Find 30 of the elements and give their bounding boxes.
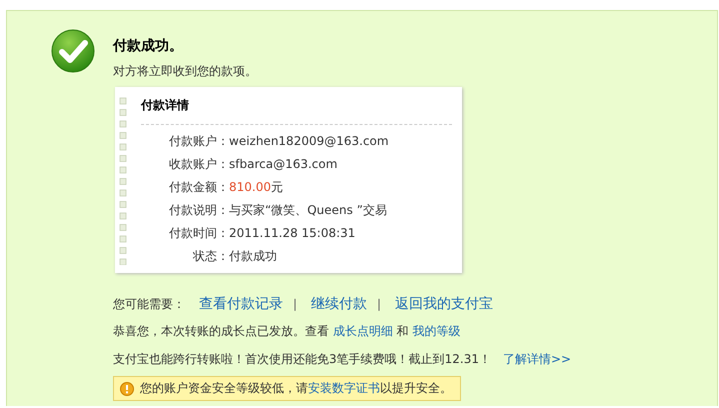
warning-icon	[120, 382, 134, 396]
detail-value: weizhen182009@163.com	[229, 133, 389, 149]
detail-label: 付款说明：	[168, 202, 229, 218]
detail-label: 付款时间：	[168, 225, 229, 241]
growth-link[interactable]: 成长点明细	[332, 324, 393, 338]
link-separator: |	[293, 297, 298, 311]
quick-link[interactable]: 返回我的支付宝	[395, 295, 494, 313]
details-link[interactable]: 了解详情>>	[503, 351, 572, 368]
details-title: 付款详情	[141, 95, 452, 125]
detail-label: 收款账户：	[168, 156, 229, 172]
detail-value: sfbarca@163.com	[229, 156, 338, 172]
growth-notice: 恭喜您，本次转账的成长点已发放。查看 成长点明细 和 我的等级	[113, 323, 462, 339]
promo-text: 支付宝也能跨行转账啦！首次使用还能免3笔手续费哦！截止到12.31！	[113, 351, 491, 368]
detail-label: 付款金额：	[168, 179, 229, 195]
detail-label: 付款账户：	[168, 133, 229, 149]
status-title: 付款成功。	[113, 37, 184, 55]
success-check-icon	[51, 29, 95, 73]
detail-label: 状态：	[192, 248, 229, 264]
detail-value: 2011.11.28 15:08:31	[229, 225, 356, 241]
detail-value: 与买家“微笑、Queens ”交易	[229, 202, 388, 218]
certificate-link[interactable]: 安装数字证书	[308, 381, 380, 395]
detail-value: 付款成功	[229, 248, 278, 264]
detail-value: 810.00元	[229, 179, 284, 195]
growth-link[interactable]: 我的等级	[412, 324, 460, 338]
status-subtitle: 对方将立即收到您的款项。	[113, 63, 258, 80]
warning-text: 您的账户资金安全等级较低，请安装数字证书以提升安全。	[140, 380, 452, 397]
quick-link[interactable]: 查看付款记录	[199, 295, 283, 313]
quick-link[interactable]: 继续付款	[311, 295, 368, 313]
quick-links-label: 您可能需要：	[113, 296, 185, 312]
link-separator: |	[377, 297, 382, 311]
